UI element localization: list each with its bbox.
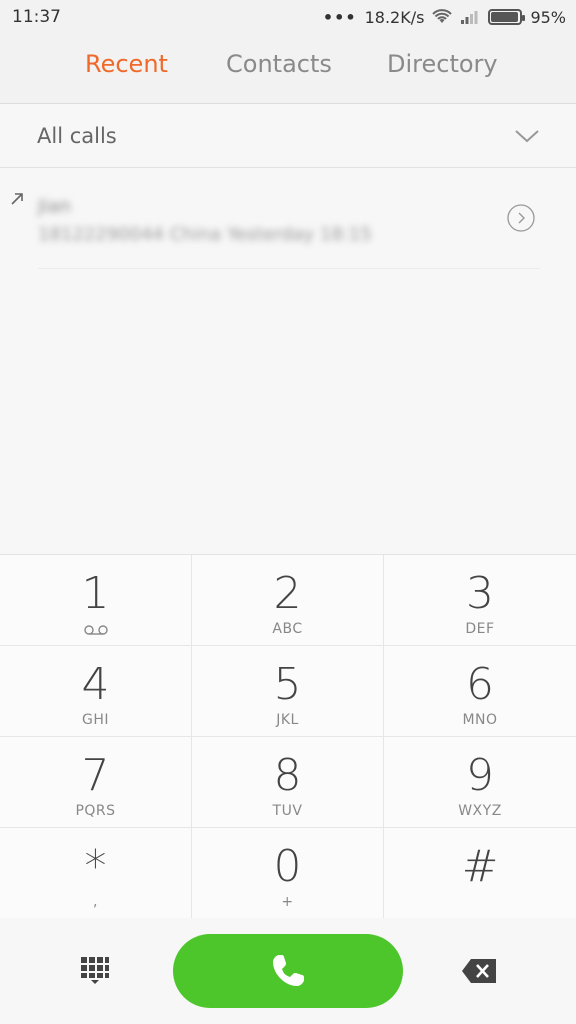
key-digit: 9 bbox=[466, 750, 494, 801]
key-7[interactable]: 7 PQRS bbox=[0, 737, 192, 828]
key-digit: 6 bbox=[466, 659, 494, 710]
key-letters: PQRS bbox=[75, 803, 116, 819]
outgoing-call-icon bbox=[11, 193, 23, 205]
key-digit: * bbox=[84, 841, 107, 892]
call-contact-name: Jian bbox=[38, 196, 71, 217]
call-divider bbox=[38, 268, 540, 269]
network-speed: 18.2K/s bbox=[364, 7, 425, 27]
backspace-icon[interactable] bbox=[461, 958, 497, 984]
call-log-item[interactable]: Jian 18122290044 China Yesterday 18:15 bbox=[0, 168, 576, 270]
call-detail-text: 18122290044 China Yesterday 18:15 bbox=[38, 224, 372, 245]
key-digit: 3 bbox=[466, 568, 494, 619]
key-8[interactable]: 8 TUV bbox=[192, 737, 384, 828]
chevron-right-icon[interactable] bbox=[507, 204, 535, 232]
key-6[interactable]: 6 MNO bbox=[384, 646, 576, 737]
key-star[interactable]: * , bbox=[0, 828, 192, 919]
tab-directory[interactable]: Directory bbox=[387, 50, 498, 78]
battery-icon bbox=[488, 9, 526, 25]
call-filter-dropdown[interactable]: All calls bbox=[0, 104, 576, 168]
tab-bar: Recent Contacts Directory bbox=[0, 34, 576, 104]
wifi-icon bbox=[432, 9, 453, 23]
key-digit: 8 bbox=[273, 750, 302, 801]
key-digit: 4 bbox=[81, 659, 110, 710]
tab-contacts[interactable]: Contacts bbox=[226, 50, 332, 78]
key-2[interactable]: 2 ABC bbox=[192, 555, 384, 646]
key-3[interactable]: 3 DEF bbox=[384, 555, 576, 646]
key-letters: ABC bbox=[272, 621, 303, 637]
call-filter-label: All calls bbox=[37, 124, 117, 148]
key-digit: 5 bbox=[273, 659, 302, 710]
call-button[interactable] bbox=[173, 934, 403, 1008]
key-5[interactable]: 5 JKL bbox=[192, 646, 384, 737]
key-digit: # bbox=[461, 841, 499, 892]
key-letters: TUV bbox=[272, 803, 303, 819]
status-indicators: ••• 18.2K/s 95% bbox=[323, 8, 566, 27]
phone-icon bbox=[273, 955, 304, 986]
tab-recent[interactable]: Recent bbox=[85, 50, 168, 78]
key-letters: GHI bbox=[81, 712, 109, 728]
key-1[interactable]: 1 bbox=[0, 555, 192, 646]
dialpad-icon[interactable] bbox=[80, 956, 110, 986]
key-letters: WXYZ bbox=[458, 803, 502, 819]
key-letters: JKL bbox=[276, 712, 299, 728]
chevron-down-icon bbox=[515, 130, 539, 143]
key-letters: DEF bbox=[465, 621, 495, 637]
key-digit: 0 bbox=[273, 841, 302, 892]
voicemail-icon bbox=[84, 625, 108, 635]
call-log-list: Jian 18122290044 China Yesterday 18:15 bbox=[0, 168, 576, 554]
key-0[interactable]: 0 + bbox=[192, 828, 384, 919]
key-4[interactable]: 4 GHI bbox=[0, 646, 192, 737]
signal-icon bbox=[461, 11, 478, 24]
key-letters: , bbox=[93, 894, 98, 910]
battery-percent: 95% bbox=[530, 7, 566, 27]
battery-fill bbox=[491, 12, 519, 22]
key-hash[interactable]: # bbox=[384, 828, 576, 919]
status-bar: 11:37 ••• 18.2K/s 95% bbox=[0, 0, 576, 34]
key-9[interactable]: 9 WXYZ bbox=[384, 737, 576, 828]
key-digit: 2 bbox=[273, 568, 302, 619]
dialer-action-bar bbox=[0, 918, 576, 1024]
key-digit: 7 bbox=[81, 750, 110, 801]
status-time: 11:37 bbox=[12, 7, 61, 27]
dial-keypad: 1 2 ABC 3 DEF 4 GHI 5 JKL 6 MNO 7 PQRS 8… bbox=[0, 554, 576, 919]
notification-dots: ••• bbox=[322, 7, 357, 27]
key-letters: + bbox=[281, 894, 294, 910]
key-letters: MNO bbox=[462, 712, 498, 728]
key-digit: 1 bbox=[81, 568, 110, 619]
